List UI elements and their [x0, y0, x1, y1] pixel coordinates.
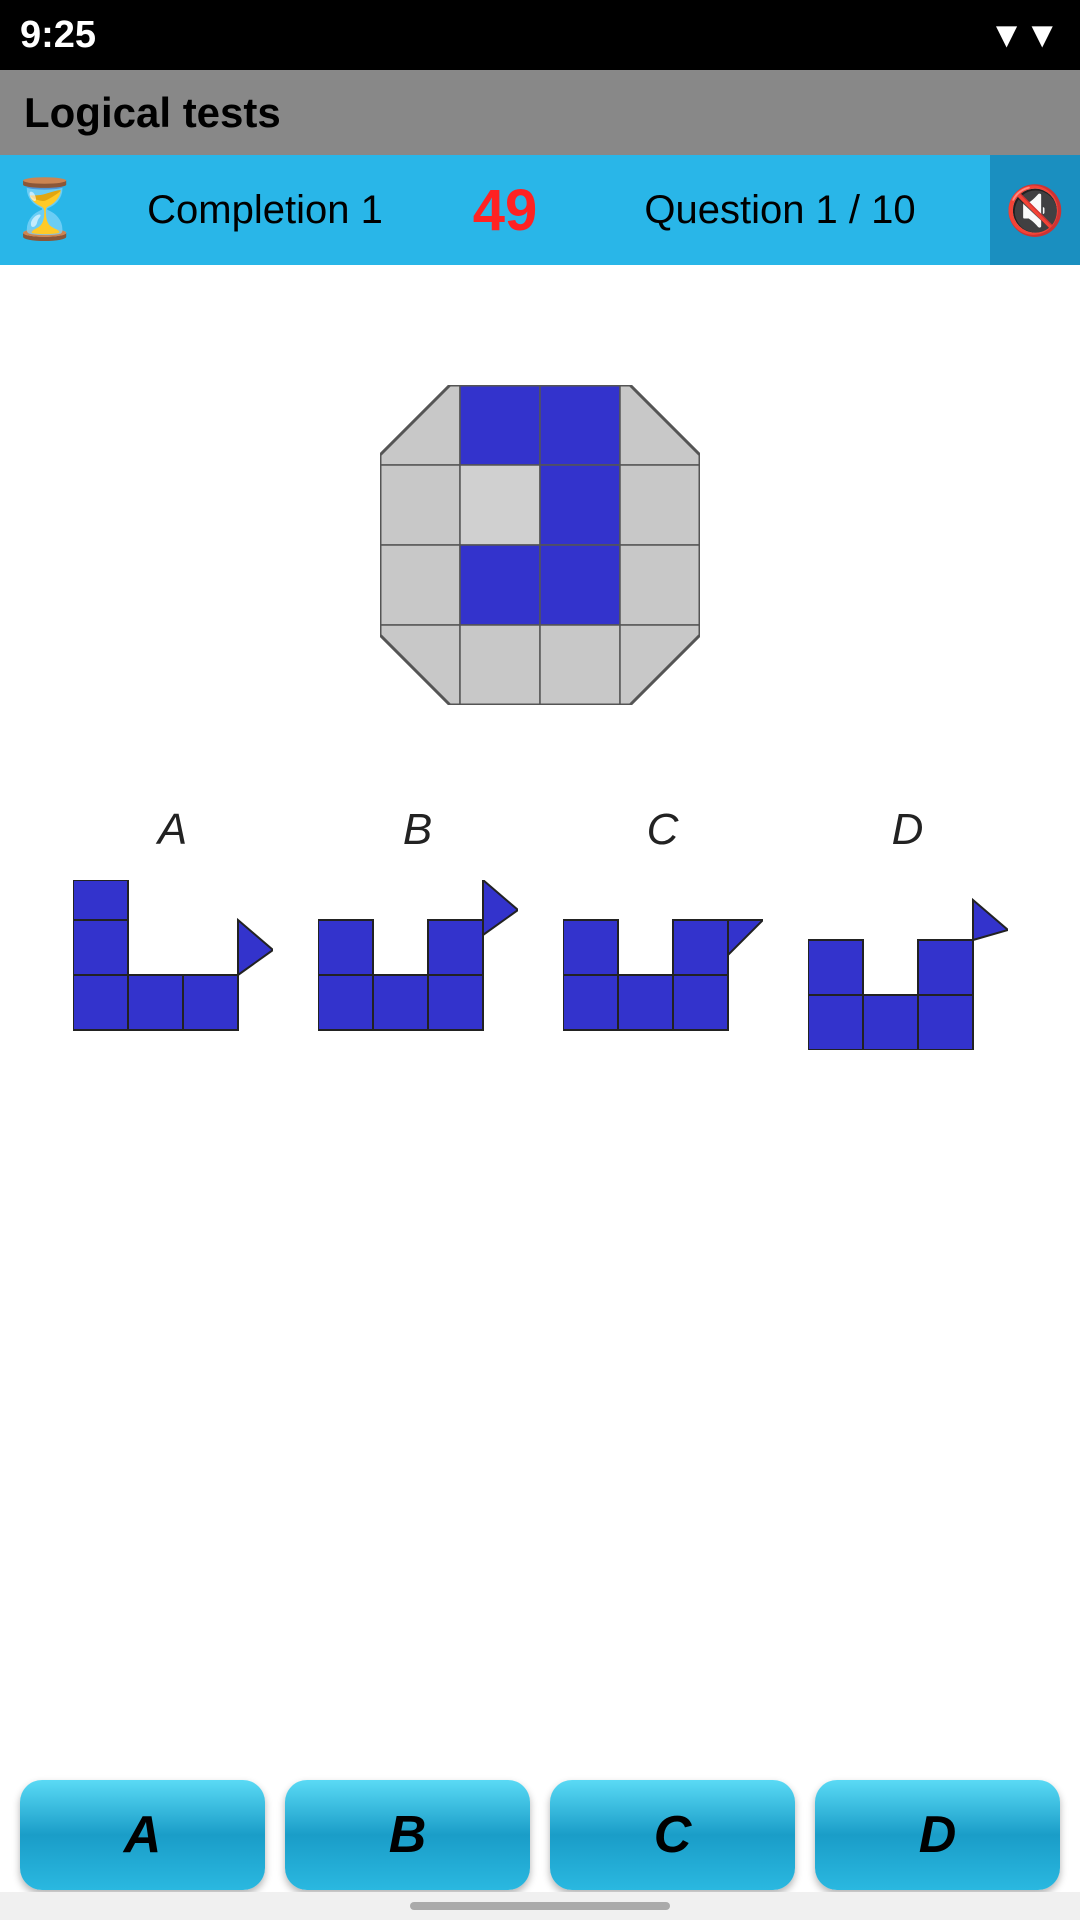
- puzzle-area: [0, 385, 1080, 705]
- sound-icon[interactable]: 🔇: [990, 155, 1080, 265]
- option-label-a: A: [63, 805, 283, 855]
- answer-button-b[interactable]: B: [285, 1780, 530, 1890]
- main-content: A B C D: [0, 265, 1080, 1920]
- status-time: 9:25: [20, 14, 96, 57]
- nav-indicator: [410, 1902, 670, 1910]
- status-bar: 9:25 ▼▼: [0, 0, 1080, 70]
- option-figure-a: [68, 875, 278, 1055]
- octagon-figure: [380, 385, 700, 705]
- option-label-c: C: [553, 805, 773, 855]
- option-figure-d: [803, 875, 1013, 1055]
- option-figure-c: [558, 875, 768, 1055]
- app-bar: Logical tests: [0, 70, 1080, 155]
- app-title: Logical tests: [24, 89, 281, 137]
- option-labels: A B C D: [50, 805, 1030, 855]
- header-bar: ⏳ Completion 1 49 Question 1 / 10 🔇: [0, 155, 1080, 265]
- completion-label: Completion 1: [90, 188, 440, 233]
- answer-buttons: A B C D: [0, 1780, 1080, 1890]
- answer-button-a[interactable]: A: [20, 1780, 265, 1890]
- sound-icon-glyph: 🔇: [1005, 182, 1065, 239]
- answer-button-c[interactable]: C: [550, 1780, 795, 1890]
- timer-value: 49: [440, 177, 570, 244]
- question-label: Question 1 / 10: [570, 188, 990, 233]
- options-area: A B C D: [0, 805, 1080, 1055]
- option-figure-b: [313, 875, 523, 1055]
- option-figures: [50, 875, 1030, 1055]
- option-label-d: D: [798, 805, 1018, 855]
- bottom-nav: [0, 1892, 1080, 1920]
- answer-button-d[interactable]: D: [815, 1780, 1060, 1890]
- hourglass-icon: ⏳: [0, 155, 90, 265]
- wifi-icon: ▼▼: [989, 14, 1060, 56]
- option-label-b: B: [308, 805, 528, 855]
